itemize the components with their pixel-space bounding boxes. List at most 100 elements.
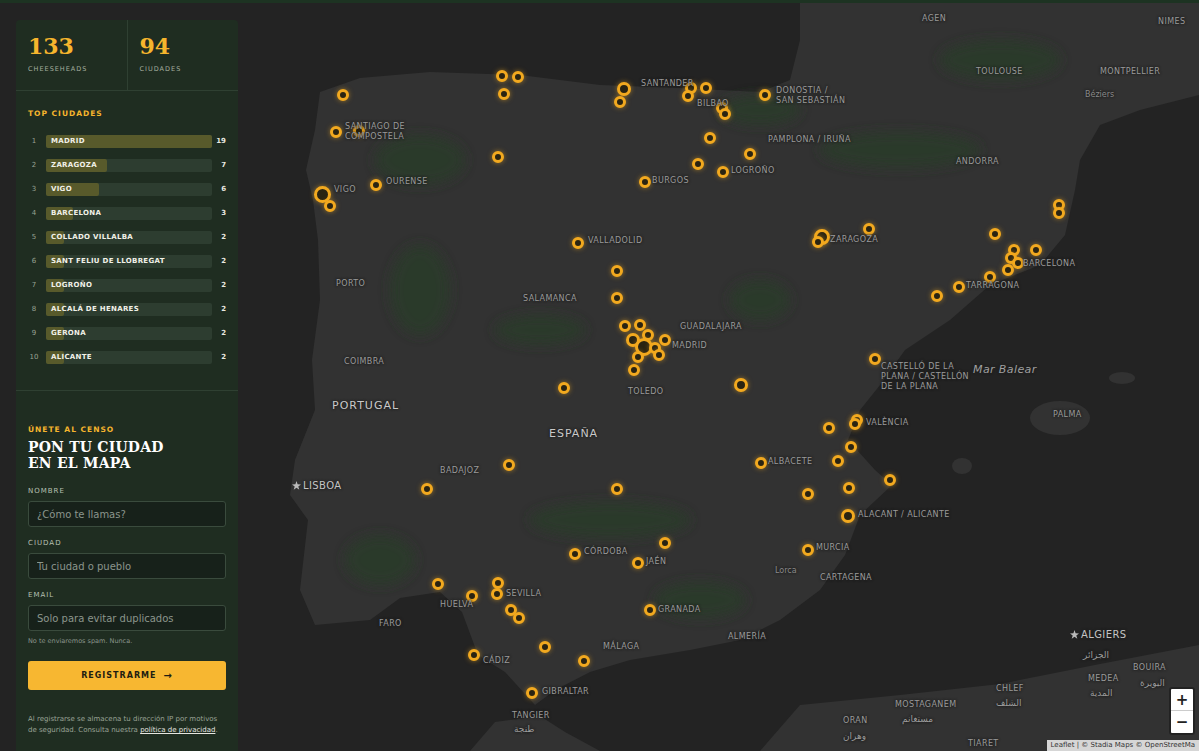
- city-pin[interactable]: [931, 290, 943, 302]
- text-input[interactable]: [28, 605, 226, 631]
- city-row[interactable]: 1MADRID19: [28, 134, 226, 148]
- city-pin[interactable]: [526, 687, 538, 699]
- city-pin[interactable]: [704, 132, 716, 144]
- zoom-out-button[interactable]: −: [1171, 711, 1193, 733]
- city-pin[interactable]: [843, 482, 855, 494]
- city-pin[interactable]: [498, 88, 510, 100]
- city-pin[interactable]: [611, 265, 623, 277]
- city-pin[interactable]: [611, 483, 623, 495]
- city-pin[interactable]: [953, 281, 965, 293]
- city-pin[interactable]: [812, 236, 824, 248]
- city-pin[interactable]: [512, 71, 524, 83]
- city-row[interactable]: 7LOGROÑO2: [28, 278, 226, 292]
- city-bar: MADRID19: [46, 135, 212, 148]
- city-pin[interactable]: [632, 351, 644, 363]
- map-label: BOUIRA: [1133, 663, 1166, 673]
- city-pin[interactable]: [572, 237, 584, 249]
- city-pin[interactable]: [370, 179, 382, 191]
- map-label: COIMBRA: [344, 357, 384, 367]
- map-label: OURENSE: [386, 177, 428, 187]
- city-pin[interactable]: [863, 223, 875, 235]
- island-ibiza: [952, 458, 972, 474]
- map-label: CASTELLÓ DE LA PLANA / CASTELLÓN DE LA P…: [881, 362, 971, 392]
- city-pin[interactable]: [539, 641, 551, 653]
- city-pin[interactable]: [1012, 257, 1024, 269]
- city-pin[interactable]: [759, 89, 771, 101]
- city-pin[interactable]: [682, 90, 694, 102]
- city-row[interactable]: 9GERONA2: [28, 326, 226, 340]
- city-pin[interactable]: [513, 612, 525, 624]
- city-pin[interactable]: [614, 96, 626, 108]
- city-pin[interactable]: [619, 320, 631, 332]
- city-rank: 10: [28, 353, 40, 361]
- city-pin[interactable]: [849, 418, 861, 430]
- text-input[interactable]: [28, 553, 226, 579]
- city-pin[interactable]: [492, 151, 504, 163]
- city-pin[interactable]: [802, 544, 814, 556]
- city-pin[interactable]: [734, 378, 748, 392]
- city-pin[interactable]: [569, 548, 581, 560]
- map-label: MEDEA: [1088, 674, 1119, 684]
- city-row[interactable]: 6SANT FELIU DE LLOBREGAT2: [28, 254, 226, 268]
- city-pin[interactable]: [744, 148, 756, 160]
- city-pin[interactable]: [659, 537, 671, 549]
- city-pin[interactable]: [692, 158, 704, 170]
- city-pin[interactable]: [823, 422, 835, 434]
- city-pin[interactable]: [1030, 244, 1042, 256]
- city-row[interactable]: 5COLLADO VILLALBA2: [28, 230, 226, 244]
- city-pin[interactable]: [700, 82, 712, 94]
- city-pin[interactable]: [755, 457, 767, 469]
- city-pin[interactable]: [869, 353, 881, 365]
- city-pin[interactable]: [503, 459, 515, 471]
- city-pin[interactable]: [421, 483, 433, 495]
- map-label: TANGIER: [512, 711, 550, 721]
- city-row[interactable]: 8ALCALÁ DE HENARES2: [28, 302, 226, 316]
- arrow-icon: →: [163, 670, 172, 681]
- city-pin[interactable]: [845, 441, 857, 453]
- city-pin[interactable]: [617, 82, 631, 96]
- city-pin[interactable]: [632, 557, 644, 569]
- privacy-link[interactable]: política de privacidad: [140, 726, 215, 734]
- city-pin[interactable]: [611, 292, 623, 304]
- city-pin[interactable]: [653, 349, 665, 361]
- map-label: BILBAO: [697, 99, 729, 109]
- city-pin[interactable]: [1002, 264, 1014, 276]
- city-name: VIGO: [46, 185, 72, 193]
- city-row[interactable]: 2ZARAGOZA7: [28, 158, 226, 172]
- city-pin[interactable]: [644, 604, 656, 616]
- city-row[interactable]: 3VIGO6: [28, 182, 226, 196]
- city-pin[interactable]: [337, 89, 349, 101]
- city-pin[interactable]: [841, 509, 855, 523]
- city-pin[interactable]: [432, 578, 444, 590]
- map-label: CHLEF: [996, 684, 1024, 694]
- city-pin[interactable]: [884, 474, 896, 486]
- city-pin[interactable]: [324, 200, 336, 212]
- register-button[interactable]: REGISTRARME→: [28, 661, 226, 690]
- city-pin[interactable]: [802, 488, 814, 500]
- map-label: PORTUGAL: [332, 399, 399, 412]
- city-pin[interactable]: [1053, 207, 1065, 219]
- map-label: AGEN: [922, 14, 946, 24]
- city-pin[interactable]: [989, 228, 1001, 240]
- map-label: NIMES: [1158, 17, 1185, 27]
- city-pin[interactable]: [578, 655, 590, 667]
- city-pin[interactable]: [832, 455, 844, 467]
- zoom-in-button[interactable]: +: [1171, 689, 1193, 711]
- city-bar: COLLADO VILLALBA2: [46, 231, 212, 244]
- city-pin[interactable]: [659, 334, 671, 346]
- text-input[interactable]: [28, 501, 226, 527]
- city-row[interactable]: 4BARCELONA3: [28, 206, 226, 220]
- city-pin[interactable]: [496, 70, 508, 82]
- city-pin[interactable]: [468, 649, 480, 661]
- city-pin[interactable]: [639, 176, 651, 188]
- city-pin[interactable]: [628, 364, 640, 376]
- city-pin[interactable]: [491, 588, 503, 600]
- city-pin[interactable]: [558, 382, 570, 394]
- map-label: ORAN: [843, 716, 868, 726]
- city-count: 2: [221, 329, 226, 337]
- map-label: SALAMANCA: [523, 294, 577, 304]
- city-pin[interactable]: [717, 166, 729, 178]
- city-pin[interactable]: [719, 108, 731, 120]
- city-row[interactable]: 10ALICANTE2: [28, 350, 226, 364]
- city-pin[interactable]: [330, 126, 342, 138]
